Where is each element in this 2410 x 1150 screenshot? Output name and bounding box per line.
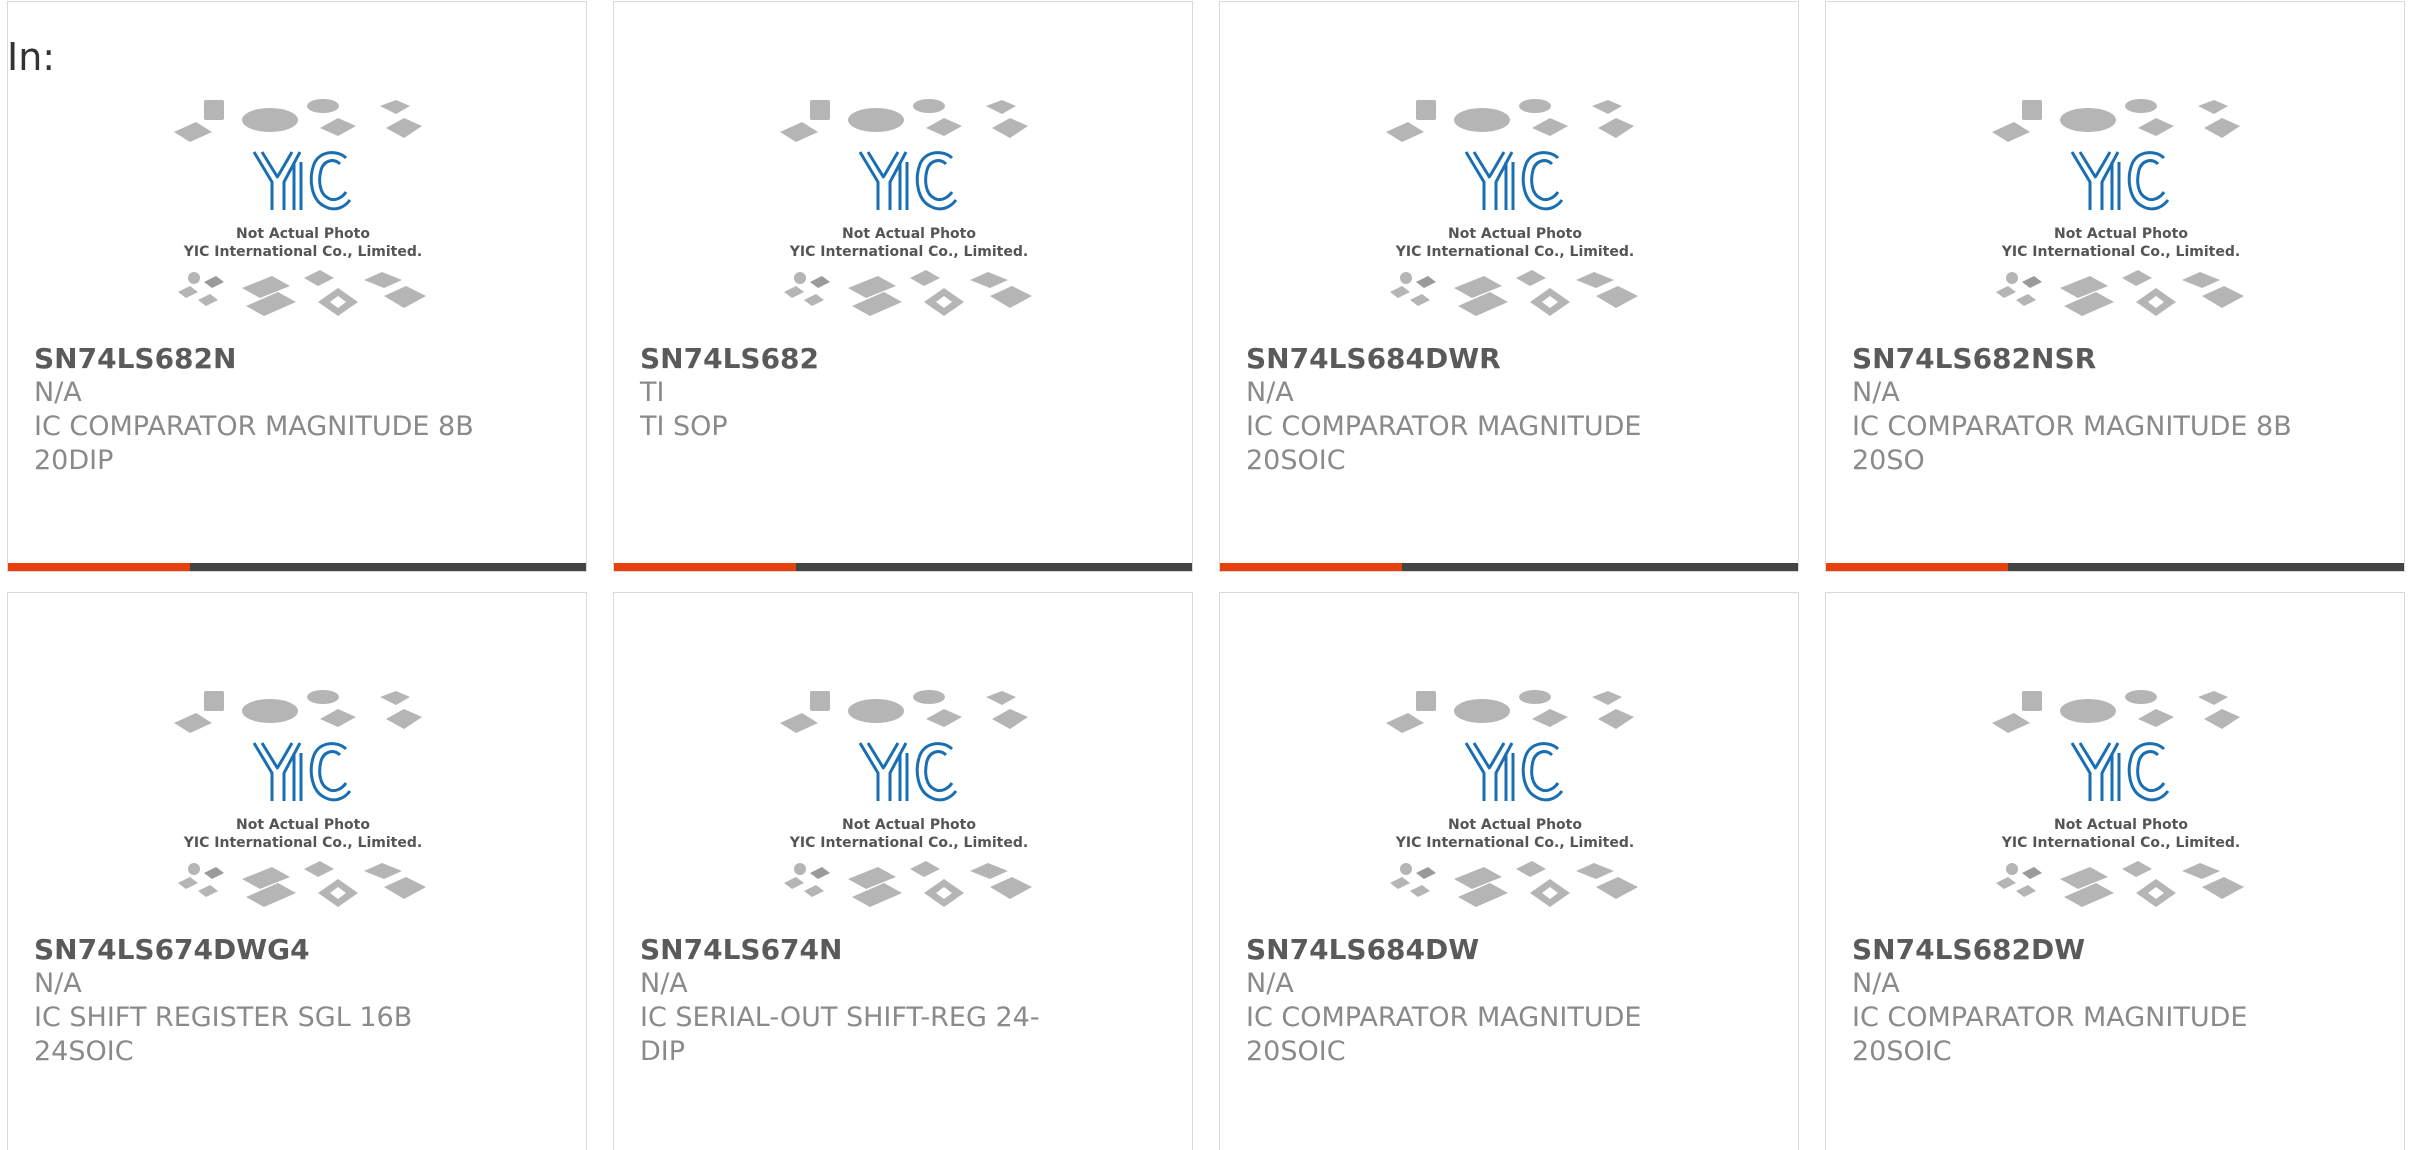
- product-description: IC COMPARATOR MAGNITUDE 20SOIC: [1246, 411, 1642, 476]
- chip-icons-top: [780, 690, 1028, 733]
- card-footer-accent: [1220, 563, 1402, 571]
- not-actual-photo-text: Not Actual Photo: [1448, 817, 1582, 833]
- company-name-text: YIC International Co., Limited.: [1395, 244, 1634, 260]
- product-card-2[interactable]: Not Actual Photo YIC International Co., …: [613, 1, 1193, 572]
- product-description: IC COMPARATOR MAGNITUDE 20SOIC: [1246, 1002, 1642, 1067]
- company-name-text: YIC International Co., Limited.: [2001, 244, 2240, 260]
- not-actual-photo-text: Not Actual Photo: [2054, 226, 2188, 242]
- product-card-8[interactable]: Not Actual Photo YIC International Co., …: [1825, 592, 2405, 1150]
- card-footer-bar: [614, 563, 1192, 571]
- company-name-text: YIC International Co., Limited.: [2001, 835, 2240, 851]
- card-footer-accent: [8, 563, 190, 571]
- company-name-text: YIC International Co., Limited.: [1395, 835, 1634, 851]
- chip-icons-top: [1992, 690, 2240, 733]
- product-card-5[interactable]: Not Actual Photo YIC International Co., …: [7, 592, 587, 1150]
- not-actual-photo-text: Not Actual Photo: [842, 226, 976, 242]
- part-number[interactable]: SN74LS682: [640, 342, 1160, 376]
- product-placeholder-image[interactable]: Not Actual Photo YIC International Co., …: [168, 683, 438, 923]
- product-description: TI SOP: [640, 411, 728, 442]
- product-description: IC SHIFT REGISTER SGL 16B 24SOIC: [34, 1002, 413, 1067]
- chip-icons-bottom: [178, 861, 426, 907]
- chip-icons-top: [174, 690, 422, 733]
- product-info: SN74LS684DWR N/A IC COMPARATOR MAGNITUDE…: [1246, 342, 1766, 478]
- chip-icons-bottom: [1996, 270, 2244, 316]
- product-placeholder-image[interactable]: Not Actual Photo YIC International Co., …: [168, 92, 438, 332]
- part-number[interactable]: SN74LS682NSR: [1852, 342, 2372, 376]
- product-info: SN74LS684DW N/A IC COMPARATOR MAGNITUDE …: [1246, 933, 1766, 1069]
- product-description: IC COMPARATOR MAGNITUDE 8B 20DIP: [34, 411, 474, 476]
- manufacturer: N/A: [1246, 968, 1294, 999]
- card-footer-accent: [1826, 563, 2008, 571]
- not-actual-photo-text: Not Actual Photo: [236, 817, 370, 833]
- chip-icons-bottom: [1390, 270, 1638, 316]
- product-description: IC COMPARATOR MAGNITUDE 8B 20SO: [1852, 411, 2292, 476]
- manufacturer: N/A: [1852, 377, 1900, 408]
- yic-logo: [2070, 742, 2170, 802]
- product-card-6[interactable]: Not Actual Photo YIC International Co., …: [613, 592, 1193, 1150]
- not-actual-photo-text: Not Actual Photo: [842, 817, 976, 833]
- manufacturer: N/A: [1246, 377, 1294, 408]
- product-placeholder-image[interactable]: Not Actual Photo YIC International Co., …: [774, 683, 1044, 923]
- chip-icons-bottom: [178, 270, 426, 316]
- card-footer-bar: [8, 563, 586, 571]
- chip-icons-bottom: [784, 861, 1032, 907]
- chip-icons-top: [1992, 99, 2240, 142]
- part-number[interactable]: SN74LS684DWR: [1246, 342, 1766, 376]
- company-name-text: YIC International Co., Limited.: [789, 835, 1028, 851]
- product-card-7[interactable]: Not Actual Photo YIC International Co., …: [1219, 592, 1799, 1150]
- manufacturer: TI: [640, 377, 665, 408]
- not-actual-photo-text: Not Actual Photo: [2054, 817, 2188, 833]
- part-number[interactable]: SN74LS674DWG4: [34, 933, 554, 967]
- yic-logo: [1464, 151, 1564, 211]
- product-description: IC COMPARATOR MAGNITUDE 20SOIC: [1852, 1002, 2248, 1067]
- chip-icons-bottom: [1996, 861, 2244, 907]
- product-info: SN74LS682NSR N/A IC COMPARATOR MAGNITUDE…: [1852, 342, 2372, 478]
- product-card-1[interactable]: Not Actual Photo YIC International Co., …: [7, 1, 587, 572]
- in-label: In:: [7, 35, 56, 79]
- chip-icons-bottom: [1390, 861, 1638, 907]
- yic-logo: [858, 151, 958, 211]
- product-placeholder-image[interactable]: Not Actual Photo YIC International Co., …: [1986, 92, 2256, 332]
- part-number[interactable]: SN74LS674N: [640, 933, 1160, 967]
- manufacturer: N/A: [34, 968, 82, 999]
- chip-icons-bottom: [784, 270, 1032, 316]
- company-name-text: YIC International Co., Limited.: [183, 244, 422, 260]
- product-info: SN74LS674DWG4 N/A IC SHIFT REGISTER SGL …: [34, 933, 554, 1069]
- product-placeholder-image[interactable]: Not Actual Photo YIC International Co., …: [774, 92, 1044, 332]
- part-number[interactable]: SN74LS684DW: [1246, 933, 1766, 967]
- not-actual-photo-text: Not Actual Photo: [1448, 226, 1582, 242]
- not-actual-photo-text: Not Actual Photo: [236, 226, 370, 242]
- product-info: SN74LS674N N/A IC SERIAL-OUT SHIFT-REG 2…: [640, 933, 1160, 1069]
- product-grid-page: Not Actual Photo YIC International Co., …: [0, 0, 2410, 1150]
- yic-logo: [252, 742, 352, 802]
- company-name-text: YIC International Co., Limited.: [183, 835, 422, 851]
- company-name-text: YIC International Co., Limited.: [789, 244, 1028, 260]
- product-placeholder-image[interactable]: Not Actual Photo YIC International Co., …: [1986, 683, 2256, 923]
- manufacturer: N/A: [640, 968, 688, 999]
- product-info: SN74LS682N N/A IC COMPARATOR MAGNITUDE 8…: [34, 342, 554, 478]
- product-placeholder-image[interactable]: Not Actual Photo YIC International Co., …: [1380, 92, 1650, 332]
- manufacturer: N/A: [1852, 968, 1900, 999]
- product-info: SN74LS682DW N/A IC COMPARATOR MAGNITUDE …: [1852, 933, 2372, 1069]
- chip-icons-top: [1386, 690, 1634, 733]
- card-footer-accent: [614, 563, 796, 571]
- part-number[interactable]: SN74LS682DW: [1852, 933, 2372, 967]
- chip-icons-top: [780, 99, 1028, 142]
- product-card-4[interactable]: Not Actual Photo YIC International Co., …: [1825, 1, 2405, 572]
- card-footer-bar: [1826, 563, 2404, 571]
- card-footer-bar: [1220, 563, 1798, 571]
- product-card-3[interactable]: Not Actual Photo YIC International Co., …: [1219, 1, 1799, 572]
- yic-logo: [2070, 151, 2170, 211]
- chip-icons-top: [174, 99, 422, 142]
- yic-logo: [252, 151, 352, 211]
- product-placeholder-image[interactable]: Not Actual Photo YIC International Co., …: [1380, 683, 1650, 923]
- part-number[interactable]: SN74LS682N: [34, 342, 554, 376]
- yic-logo: [1464, 742, 1564, 802]
- manufacturer: N/A: [34, 377, 82, 408]
- product-description: IC SERIAL-OUT SHIFT-REG 24-DIP: [640, 1002, 1040, 1067]
- product-info: SN74LS682 TI TI SOP: [640, 342, 1160, 444]
- yic-logo: [858, 742, 958, 802]
- chip-icons-top: [1386, 99, 1634, 142]
- product-grid: Not Actual Photo YIC International Co., …: [0, 0, 2410, 1150]
